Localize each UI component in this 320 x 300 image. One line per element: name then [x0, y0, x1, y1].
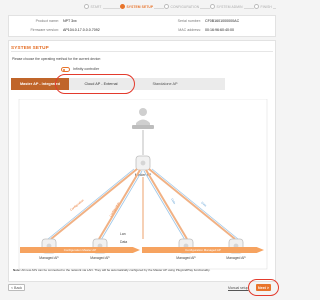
- step-dot-icon: [164, 4, 169, 9]
- step-label: SYSTEM ADMIN: [216, 4, 243, 9]
- back-button[interactable]: < Back: [8, 284, 25, 291]
- section-title: SYSTEM SETUP: [11, 45, 49, 50]
- flow-arrow-managed: Configuration Managed AP: [142, 247, 264, 253]
- step-label: CONFIGURATION: [170, 4, 200, 9]
- cloud-tab-highlight-ring: [55, 74, 135, 94]
- legend-lan-label: Lan: [120, 232, 126, 236]
- setup-note: Note: All new APs can be connected to th…: [13, 268, 271, 273]
- step-dot-icon: [120, 4, 125, 9]
- step-label: FINISH: [260, 4, 272, 9]
- infinity-controller-toggle[interactable]: [61, 67, 70, 72]
- mac-label: MAC address:: [178, 28, 201, 32]
- next-highlight-ring: [248, 279, 279, 296]
- product-name-row: Product name: NPT 3xx: [13, 19, 77, 23]
- step-finish: FINISH: [254, 4, 273, 9]
- step-configuration: CONFIGURATION: [164, 4, 201, 9]
- firmware-row: Firmware version: AP104.0.17.0.0.0.7092: [13, 28, 100, 32]
- tab-standalone-ap[interactable]: Standalone AP: [133, 78, 197, 90]
- step-label: START: [90, 4, 102, 9]
- product-name-value: NPT 3xx: [63, 19, 77, 23]
- infinity-controller-label: Infinity controller: [73, 67, 100, 71]
- mac-value: 00:16:96:60:40:00: [205, 28, 234, 32]
- firmware-value: AP104.0.17.0.0.0.7092: [63, 28, 100, 32]
- setup-wizard-page: START SYSTEM SETUP CONFIGURATION SYSTEM …: [0, 0, 284, 300]
- note-text: All new APs can be connected to the netw…: [20, 268, 211, 272]
- system-setup-panel: SYSTEM SETUP Please choose the operating…: [8, 40, 276, 282]
- serial-value: CF0B1601000000AC: [205, 19, 240, 23]
- serial-label: Serial number:: [177, 19, 201, 23]
- flow-arrow-master: Configuration Master AP: [20, 247, 140, 253]
- serial-row: Serial number: CF0B1601000000AC: [159, 19, 240, 23]
- section-divider: [11, 51, 273, 52]
- step-start: START: [84, 4, 103, 9]
- topology-diagram: Master AP Configuration Configuration Da…: [18, 99, 268, 270]
- wizard-steps: START SYSTEM SETUP CONFIGURATION SYSTEM …: [84, 4, 280, 14]
- master-ap-icon: [135, 155, 151, 171]
- step-label: SYSTEM SETUP: [126, 4, 154, 9]
- step-dot-icon: [254, 4, 259, 9]
- step-system-setup: SYSTEM SETUP: [120, 4, 155, 9]
- product-name-label: Product name:: [35, 19, 59, 23]
- setup-instruction: Please choose the operating method for t…: [12, 57, 101, 61]
- step-dot-icon: [84, 4, 89, 9]
- manual-setup-link[interactable]: Manual setup: [228, 286, 248, 290]
- mac-row: MAC address: 00:16:96:60:40:00: [159, 28, 234, 32]
- step-dot-icon: [210, 4, 215, 9]
- note-label: Note:: [13, 268, 21, 272]
- step-system-admin: SYSTEM ADMIN: [210, 4, 244, 9]
- legend-data-label: Data: [120, 240, 128, 244]
- device-info-card: Product name: NPT 3xx Firmware version: AP…: [8, 15, 276, 37]
- firmware-label: Firmware version:: [30, 28, 59, 32]
